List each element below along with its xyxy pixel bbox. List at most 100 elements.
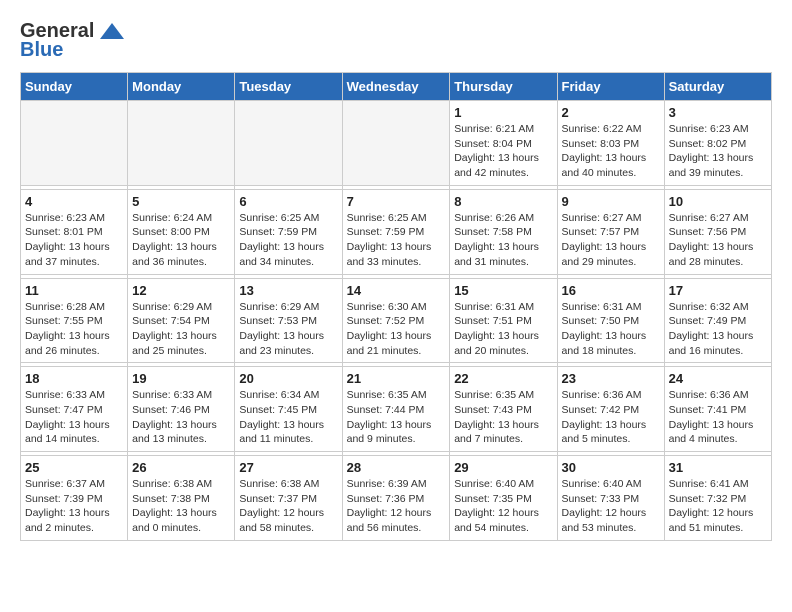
day-number: 23 [562,371,660,386]
day-number: 30 [562,460,660,475]
day-number: 12 [132,283,230,298]
day-info: Sunrise: 6:27 AMSunset: 7:56 PMDaylight:… [669,211,767,270]
calendar-cell: 17 Sunrise: 6:32 AMSunset: 7:49 PMDayligh… [664,278,771,363]
day-number: 11 [25,283,123,298]
day-number: 17 [669,283,767,298]
calendar-cell: 28 Sunrise: 6:39 AMSunset: 7:36 PMDayligh… [342,456,450,541]
day-info: Sunrise: 6:25 AMSunset: 7:59 PMDaylight:… [347,211,446,270]
logo-icon [98,21,126,43]
day-info: Sunrise: 6:24 AMSunset: 8:00 PMDaylight:… [132,211,230,270]
logo-blue-text: Blue [20,39,63,62]
day-number: 8 [454,194,552,209]
day-number: 24 [669,371,767,386]
calendar-cell [235,101,342,186]
day-number: 21 [347,371,446,386]
day-info: Sunrise: 6:36 AMSunset: 7:41 PMDaylight:… [669,388,767,447]
weekday-header: Monday [128,73,235,101]
weekday-header: Sunday [21,73,128,101]
day-number: 10 [669,194,767,209]
calendar-cell [128,101,235,186]
calendar-cell: 4 Sunrise: 6:23 AMSunset: 8:01 PMDaylight… [21,189,128,274]
day-info: Sunrise: 6:31 AMSunset: 7:51 PMDaylight:… [454,300,552,359]
day-number: 27 [239,460,337,475]
calendar-cell: 26 Sunrise: 6:38 AMSunset: 7:38 PMDayligh… [128,456,235,541]
calendar-cell [21,101,128,186]
calendar-cell: 15 Sunrise: 6:31 AMSunset: 7:51 PMDayligh… [450,278,557,363]
day-info: Sunrise: 6:28 AMSunset: 7:55 PMDaylight:… [25,300,123,359]
calendar-cell: 19Sunrise: 6:33 AMSunset: 7:46 PMDayligh… [128,367,235,452]
day-number: 7 [347,194,446,209]
day-info: Sunrise: 6:21 AMSunset: 8:04 PMDaylight:… [454,122,552,181]
calendar-cell: 2Sunrise: 6:22 AMSunset: 8:03 PMDaylight… [557,101,664,186]
day-info: Sunrise: 6:29 AMSunset: 7:54 PMDaylight:… [132,300,230,359]
calendar-cell: 25 Sunrise: 6:37 AMSunset: 7:39 PMDayligh… [21,456,128,541]
day-number: 31 [669,460,767,475]
day-number: 2 [562,105,660,120]
calendar-cell: 31 Sunrise: 6:41 AMSunset: 7:32 PMDayligh… [664,456,771,541]
calendar-table: SundayMondayTuesdayWednesdayThursdayFrid… [20,72,772,541]
day-info: Sunrise: 6:41 AMSunset: 7:32 PMDaylight:… [669,477,767,536]
day-info: Sunrise: 6:35 AMSunset: 7:44 PMDaylight:… [347,388,446,447]
calendar-cell: 30 Sunrise: 6:40 AMSunset: 7:33 PMDayligh… [557,456,664,541]
day-number: 28 [347,460,446,475]
day-number: 18 [25,371,123,386]
day-number: 26 [132,460,230,475]
day-info: Sunrise: 6:37 AMSunset: 7:39 PMDaylight:… [25,477,123,536]
calendar-cell: 21 Sunrise: 6:35 AMSunset: 7:44 PMDayligh… [342,367,450,452]
weekday-header: Thursday [450,73,557,101]
day-info: Sunrise: 6:25 AMSunset: 7:59 PMDaylight:… [239,211,337,270]
day-info: Sunrise: 6:38 AMSunset: 7:37 PMDaylight:… [239,477,337,536]
day-number: 15 [454,283,552,298]
calendar-week-row: 1 Sunrise: 6:21 AMSunset: 8:04 PMDaylight… [21,101,772,186]
day-number: 29 [454,460,552,475]
calendar-cell: 14 Sunrise: 6:30 AMSunset: 7:52 PMDayligh… [342,278,450,363]
calendar-cell: 11 Sunrise: 6:28 AMSunset: 7:55 PMDayligh… [21,278,128,363]
calendar-cell: 7 Sunrise: 6:25 AMSunset: 7:59 PMDaylight… [342,189,450,274]
logo: General Blue [20,20,126,62]
weekday-header: Friday [557,73,664,101]
weekday-header: Saturday [664,73,771,101]
day-info: Sunrise: 6:31 AMSunset: 7:50 PMDaylight:… [562,300,660,359]
day-info: Sunrise: 6:39 AMSunset: 7:36 PMDaylight:… [347,477,446,536]
day-info: Sunrise: 6:32 AMSunset: 7:49 PMDaylight:… [669,300,767,359]
day-number: 14 [347,283,446,298]
day-info: Sunrise: 6:23 AMSunset: 8:01 PMDaylight:… [25,211,123,270]
day-info: Sunrise: 6:33 AMSunset: 7:46 PMDaylight:… [132,388,230,447]
day-info: Sunrise: 6:34 AMSunset: 7:45 PMDaylight:… [239,388,337,447]
weekday-header: Tuesday [235,73,342,101]
calendar-cell: 24 Sunrise: 6:36 AMSunset: 7:41 PMDayligh… [664,367,771,452]
day-info: Sunrise: 6:40 AMSunset: 7:33 PMDaylight:… [562,477,660,536]
calendar-cell: 8 Sunrise: 6:26 AMSunset: 7:58 PMDaylight… [450,189,557,274]
calendar-week-row: 4 Sunrise: 6:23 AMSunset: 8:01 PMDaylight… [21,189,772,274]
day-number: 5 [132,194,230,209]
day-number: 25 [25,460,123,475]
day-number: 13 [239,283,337,298]
weekday-header: Wednesday [342,73,450,101]
day-info: Sunrise: 6:23 AMSunset: 8:02 PMDaylight:… [669,122,767,181]
calendar-cell: 18 Sunrise: 6:33 AMSunset: 7:47 PMDayligh… [21,367,128,452]
calendar-cell: 16 Sunrise: 6:31 AMSunset: 7:50 PMDayligh… [557,278,664,363]
calendar-week-row: 18 Sunrise: 6:33 AMSunset: 7:47 PMDayligh… [21,367,772,452]
calendar-cell: 22Sunrise: 6:35 AMSunset: 7:43 PMDayligh… [450,367,557,452]
calendar-cell: 12 Sunrise: 6:29 AMSunset: 7:54 PMDayligh… [128,278,235,363]
calendar-cell: 1 Sunrise: 6:21 AMSunset: 8:04 PMDaylight… [450,101,557,186]
day-info: Sunrise: 6:26 AMSunset: 7:58 PMDaylight:… [454,211,552,270]
calendar-cell: 9 Sunrise: 6:27 AMSunset: 7:57 PMDaylight… [557,189,664,274]
calendar-cell: 6Sunrise: 6:25 AMSunset: 7:59 PMDaylight… [235,189,342,274]
day-info: Sunrise: 6:38 AMSunset: 7:38 PMDaylight:… [132,477,230,536]
calendar-cell: 10 Sunrise: 6:27 AMSunset: 7:56 PMDayligh… [664,189,771,274]
day-number: 20 [239,371,337,386]
calendar-cell [342,101,450,186]
day-number: 1 [454,105,552,120]
day-number: 4 [25,194,123,209]
calendar-cell: 29Sunrise: 6:40 AMSunset: 7:35 PMDayligh… [450,456,557,541]
day-number: 9 [562,194,660,209]
day-info: Sunrise: 6:30 AMSunset: 7:52 PMDaylight:… [347,300,446,359]
day-info: Sunrise: 6:27 AMSunset: 7:57 PMDaylight:… [562,211,660,270]
day-info: Sunrise: 6:35 AMSunset: 7:43 PMDaylight:… [454,388,552,447]
day-info: Sunrise: 6:36 AMSunset: 7:42 PMDaylight:… [562,388,660,447]
day-info: Sunrise: 6:33 AMSunset: 7:47 PMDaylight:… [25,388,123,447]
day-number: 16 [562,283,660,298]
calendar-cell: 5 Sunrise: 6:24 AMSunset: 8:00 PMDaylight… [128,189,235,274]
page-header: General Blue [20,20,772,62]
